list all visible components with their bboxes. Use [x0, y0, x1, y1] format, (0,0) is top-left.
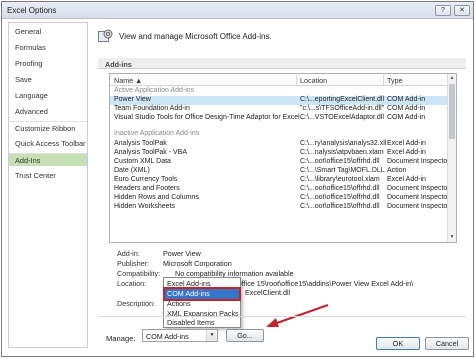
table-row[interactable]: Headers and Footers C:\...oot\office15\o…: [110, 185, 450, 194]
add-in-details: Add-in: Power View Publisher: Microsoft …: [117, 249, 457, 328]
table-row[interactable]: Analysis ToolPak C:\...ry\analysis\analy…: [110, 140, 448, 149]
column-separator: [296, 75, 297, 85]
sidebar-item-save[interactable]: Save: [9, 73, 87, 86]
add-ins-list[interactable]: Name ▲ Location Type Active Application …: [109, 73, 457, 243]
detail-value-addin: Power View: [163, 249, 201, 258]
table-row[interactable]: Hidden Rows and Columns C:\...oot\office…: [110, 194, 450, 203]
sidebar-item-customize-ribbon[interactable]: Customize Ribbon: [9, 121, 87, 134]
excel-options-dialog: Excel Options ? ✕ General Formulas Proof…: [1, 1, 474, 357]
options-sidebar: General Formulas Proofing Save Language …: [8, 22, 88, 348]
sidebar-item-formulas[interactable]: Formulas: [9, 41, 87, 54]
detail-value-location-continued: ExcelClient.dll: [245, 288, 291, 297]
detail-label-description: Description:: [117, 299, 155, 308]
go-button[interactable]: Go...: [226, 329, 264, 342]
scroll-thumb[interactable]: [449, 84, 455, 139]
table-row[interactable]: Hidden Worksheets C:\...oot\office15\off…: [110, 203, 450, 212]
chevron-down-icon[interactable]: ▼: [206, 330, 217, 341]
detail-value-publisher: Microsoft Corporation: [163, 259, 232, 268]
sidebar-item-language[interactable]: Language: [9, 89, 87, 102]
column-separator: [383, 75, 384, 85]
column-header-type[interactable]: Type: [387, 76, 403, 85]
group-heading: Inactive Application Add-ins: [114, 130, 200, 137]
table-row[interactable]: Visual Studio Tools for Office Design-Ti…: [110, 114, 448, 123]
title-bar: Excel Options ? ✕: [2, 2, 473, 19]
detail-label-compatibility: Compatibility:: [117, 269, 161, 278]
help-button[interactable]: ?: [435, 5, 451, 16]
column-header-location[interactable]: Location: [300, 76, 327, 85]
sidebar-item-quick-access-toolbar[interactable]: Quick Access Toolbar: [9, 137, 87, 150]
sidebar-item-trust-center[interactable]: Trust Center: [9, 169, 87, 182]
scroll-down-icon[interactable]: ▼: [448, 233, 456, 242]
manage-select-value: COM Add-ins: [146, 332, 189, 341]
manage-dropdown-menu[interactable]: Excel Add-ins COM Add-ins Actions XML Ex…: [163, 277, 241, 328]
divider: [98, 316, 466, 317]
menu-item-excel-add-ins[interactable]: Excel Add-ins: [165, 279, 239, 289]
add-ins-panel: View and manage Microsoft Office Add-ins…: [92, 22, 470, 352]
table-row[interactable]: Date (XML) C:\...\Smart Tag\MOFL.DLL Act…: [110, 167, 448, 176]
list-scrollbar[interactable]: ▲ ▼: [447, 74, 456, 242]
menu-item-disabled-items[interactable]: Disabled Items: [165, 318, 239, 328]
table-row[interactable]: Power View C:\...eportingExcelClient.dll…: [110, 96, 448, 105]
sidebar-item-add-ins[interactable]: Add-Ins: [9, 153, 87, 166]
manage-label: Manage:: [106, 334, 136, 343]
section-title: Add-ins: [105, 60, 132, 69]
scroll-up-icon[interactable]: ▲: [448, 74, 456, 83]
add-ins-section-bar: Add-ins: [98, 58, 466, 69]
detail-label-location: Location:: [117, 279, 147, 288]
table-row[interactable]: Custom XML Data C:\...oot\office15\offrh…: [110, 158, 450, 167]
list-header: Name ▲ Location Type: [110, 74, 448, 86]
cancel-button[interactable]: Cancel: [425, 337, 469, 350]
menu-item-com-add-ins[interactable]: COM Add-ins: [163, 287, 241, 301]
close-button[interactable]: ✕: [454, 5, 470, 16]
group-heading: Active Application Add-ins: [114, 87, 195, 94]
table-row[interactable]: Analysis ToolPak - VBA C:\...nalysis\atp…: [110, 149, 448, 158]
sidebar-item-proofing[interactable]: Proofing: [9, 57, 87, 70]
sidebar-item-general[interactable]: General: [9, 25, 87, 38]
list-body: Active Application Add-ins Power View C:…: [110, 86, 450, 242]
column-header-name[interactable]: Name ▲: [114, 76, 142, 85]
window-title: Excel Options: [7, 6, 57, 15]
manage-select[interactable]: COM Add-ins ▼: [142, 329, 218, 342]
table-row[interactable]: Team Foundation Add-in "c:\...s\TFSOffic…: [110, 105, 448, 114]
menu-item-actions[interactable]: Actions: [165, 299, 239, 309]
detail-label-publisher: Publisher:: [117, 259, 149, 268]
table-row[interactable]: Euro Currency Tools C:\...\library\eurot…: [110, 176, 448, 185]
detail-label-addin: Add-in:: [117, 249, 140, 258]
sidebar-item-advanced[interactable]: Advanced: [9, 105, 87, 118]
add-ins-gear-icon: [98, 29, 113, 42]
ok-button[interactable]: OK: [376, 337, 420, 350]
page-header: View and manage Microsoft Office Add-ins…: [119, 32, 272, 41]
